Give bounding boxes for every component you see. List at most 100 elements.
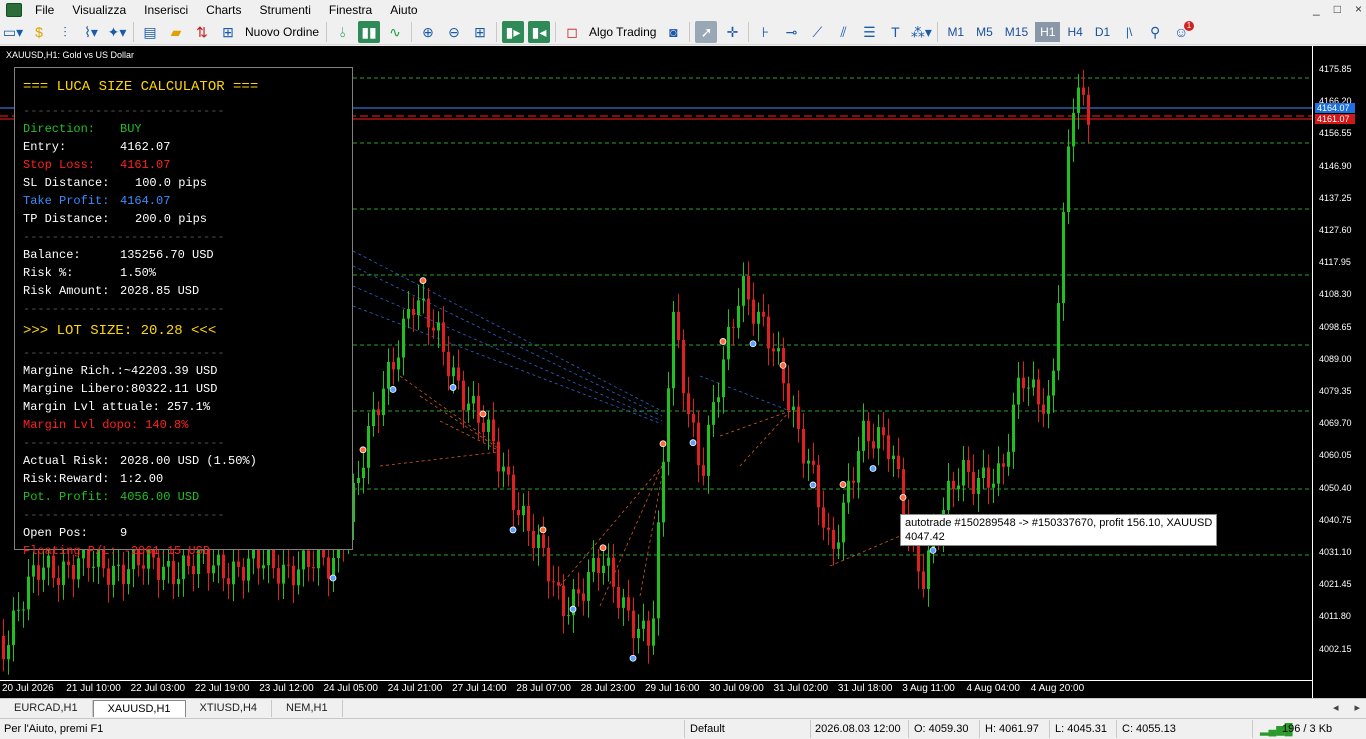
crosshair-icon[interactable]: ✛ xyxy=(721,21,743,43)
close-icon[interactable]: × xyxy=(1355,0,1362,18)
candle-body xyxy=(642,620,645,629)
candle-body xyxy=(377,409,380,416)
zoom-in-icon[interactable]: ⊕ xyxy=(417,21,439,43)
chart-shift-icon[interactable]: ▮◂ xyxy=(528,21,551,43)
candle-body xyxy=(967,460,970,472)
candle-body xyxy=(842,502,845,543)
menu-tools[interactable]: Strumenti xyxy=(251,0,320,20)
menu-charts[interactable]: Charts xyxy=(197,0,250,20)
candle-body xyxy=(752,299,755,324)
candle-body xyxy=(512,474,515,510)
candle-chart-icon[interactable]: ▮▮ xyxy=(358,21,381,43)
new-order-button[interactable]: Nuovo Ordine xyxy=(241,25,323,39)
price-chart[interactable]: XAUUSD,H1: Gold vs US Dollar === LUCA SI… xyxy=(0,46,1312,680)
algo-trading-button[interactable]: Algo Trading xyxy=(585,25,660,39)
candle-body xyxy=(387,361,390,389)
time-axis[interactable]: 20 Jul 2026 21 Jul 10:00 22 Jul 03:00 22 Ju… xyxy=(0,680,1312,698)
screenshot-icon[interactable]: ◙ xyxy=(662,21,684,43)
tab-eurcad[interactable]: EURCAD,H1 xyxy=(0,700,93,717)
candle-body xyxy=(557,582,560,586)
menu-file[interactable]: File xyxy=(26,0,63,20)
time-tick-label: 21 Jul 10:00 xyxy=(66,683,121,694)
timeframe-m5[interactable]: M5 xyxy=(971,22,998,42)
candle-body xyxy=(1012,404,1015,452)
price-tick-label: 4021.45 xyxy=(1319,579,1352,590)
trade-connection-line xyxy=(719,410,791,437)
candle-body xyxy=(372,409,375,427)
fibonacci-icon[interactable]: ☰ xyxy=(858,21,880,43)
maximize-icon[interactable]: □ xyxy=(1334,0,1341,18)
candle-body xyxy=(262,565,265,569)
candle-body xyxy=(867,420,870,442)
tab-xtiusd[interactable]: XTIUSD,H4 xyxy=(186,700,273,717)
menu-view[interactable]: Visualizza xyxy=(63,0,135,20)
timeframe-d1[interactable]: D1 xyxy=(1090,22,1115,42)
search-icon[interactable]: ⚲ xyxy=(1144,21,1166,43)
text-icon[interactable]: T xyxy=(884,21,906,43)
timeframe-m15[interactable]: M15 xyxy=(1000,22,1033,42)
timeframe-h1[interactable]: H1 xyxy=(1035,22,1061,42)
account-icon[interactable]: ☺ 1 xyxy=(1170,21,1195,43)
sell-marker xyxy=(359,446,367,454)
timeframe-h4[interactable]: H4 xyxy=(1062,22,1087,42)
new-chart-icon[interactable]: ▭▾ xyxy=(2,21,24,43)
candle-body xyxy=(622,597,625,608)
strategy-tester-icon[interactable]: ⇅ xyxy=(191,21,213,43)
buy-marker xyxy=(629,654,637,662)
money-icon[interactable]: $ xyxy=(28,21,50,43)
shapes-icon[interactable]: ⁂▾ xyxy=(910,21,932,43)
objects-icon[interactable]: ✦▾ xyxy=(106,21,128,43)
minimize-icon[interactable]: _ xyxy=(1313,0,1320,18)
stop-loss-price-tag: 4161.07 xyxy=(1315,114,1355,124)
menu-help[interactable]: Aiuto xyxy=(381,0,426,20)
candle-body xyxy=(172,561,175,585)
autoscroll-icon[interactable]: ▮▸ xyxy=(502,21,525,43)
algo-trading-icon[interactable]: ◻ xyxy=(561,21,583,43)
trendline-icon[interactable]: ⟋ xyxy=(806,21,828,43)
candle-body xyxy=(542,534,545,548)
candle-body xyxy=(167,561,170,567)
vertical-line-icon[interactable]: ⊦ xyxy=(754,21,776,43)
channel-icon[interactable]: ⫽ xyxy=(832,21,854,43)
margin-level-value: 257.1% xyxy=(166,400,211,414)
tab-scroll-controls: ◂ ▸ xyxy=(1333,701,1360,714)
scroll-right-icon[interactable]: ▸ xyxy=(1354,701,1360,714)
candle-body xyxy=(422,298,425,301)
folder-icon[interactable]: ▰ xyxy=(165,21,187,43)
horizontal-line-icon[interactable]: ⊸ xyxy=(780,21,802,43)
candle-body xyxy=(492,419,495,442)
calculator-separator: ---------------------------- xyxy=(23,104,225,118)
zoom-out-icon[interactable]: ⊖ xyxy=(443,21,465,43)
margin-level-after-value: 140.8% xyxy=(145,418,189,432)
tab-xauusd[interactable]: XAUUSD,H1 xyxy=(92,700,186,717)
bar-chart-icon[interactable]: ⫰ xyxy=(332,21,354,43)
buy-marker xyxy=(449,384,457,391)
buy-marker xyxy=(569,605,577,613)
cursor-icon[interactable]: ➚ xyxy=(695,21,718,43)
candle-body xyxy=(562,585,565,617)
indicators-icon[interactable]: ⌇▾ xyxy=(80,21,102,43)
market-watch-icon[interactable]: ▤ xyxy=(139,21,161,43)
price-axis[interactable]: 4175.85 4166.20 4156.55 4146.90 4137.25 4127.… xyxy=(1312,46,1366,698)
candle-body xyxy=(212,565,215,574)
new-order-icon[interactable]: ⊞ xyxy=(217,21,239,43)
price-tick-label: 4050.40 xyxy=(1319,482,1352,493)
toolbar-separator xyxy=(133,22,134,42)
line-chart-icon[interactable]: ∿ xyxy=(384,21,406,43)
time-tick-label: 4 Aug 04:00 xyxy=(966,683,1020,694)
tab-nem[interactable]: NEM,H1 xyxy=(272,700,343,717)
more-timeframes-icon[interactable]: |\ xyxy=(1118,21,1140,43)
tile-windows-icon[interactable]: ⊞ xyxy=(469,21,491,43)
chart-type-icon[interactable]: ⫶ xyxy=(54,21,76,43)
menu-insert[interactable]: Inserisci xyxy=(135,0,197,20)
price-tick-label: 4031.10 xyxy=(1319,547,1352,557)
candle-body xyxy=(297,569,300,586)
scroll-left-icon[interactable]: ◂ xyxy=(1333,701,1339,714)
candle-body xyxy=(112,565,115,585)
menu-window[interactable]: Finestra xyxy=(320,0,381,20)
candle-body xyxy=(777,348,780,352)
candle-body xyxy=(957,485,960,490)
candle-body xyxy=(607,557,610,566)
timeframe-m1[interactable]: M1 xyxy=(942,22,969,42)
candle-body xyxy=(402,318,405,358)
